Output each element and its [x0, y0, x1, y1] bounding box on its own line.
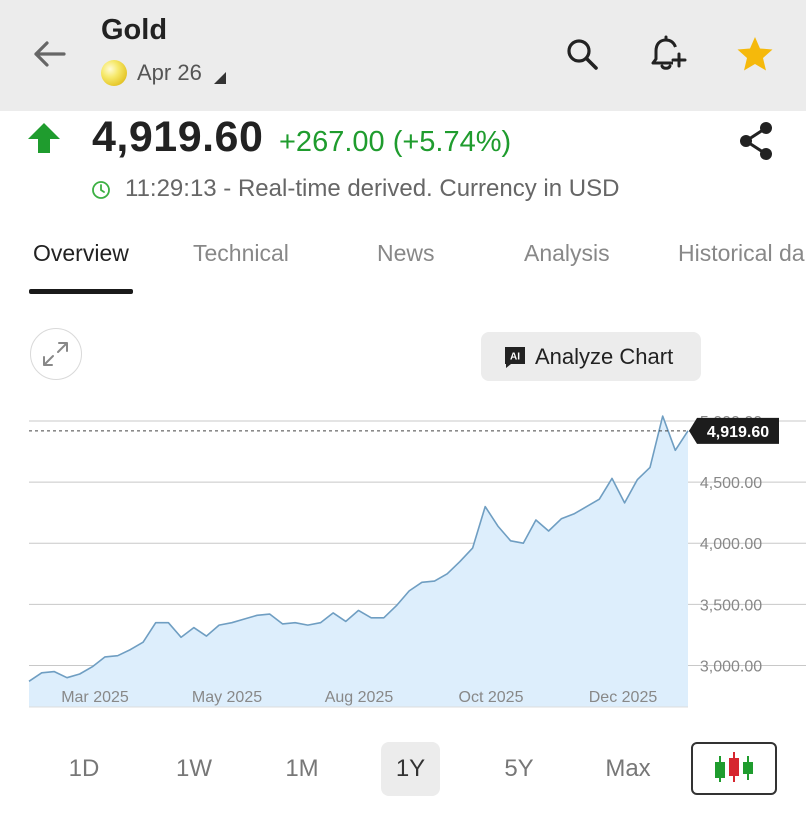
price-chart[interactable]: 5,000.004,500.004,000.003,500.003,000.00…	[0, 405, 806, 725]
bell-plus-icon	[651, 35, 687, 70]
last-price-tag-label: 4,919.60	[707, 424, 769, 441]
gold-coin-icon	[101, 60, 127, 86]
range-1m-button[interactable]: 1M	[274, 742, 330, 796]
share-icon	[740, 122, 772, 160]
x-tick-label: Aug 2025	[325, 689, 394, 706]
expand-chart-button[interactable]	[30, 328, 82, 380]
y-tick-label: 4,000.00	[700, 536, 762, 553]
tab-news[interactable]: News	[377, 240, 435, 267]
caret-down-icon	[214, 72, 226, 84]
tab-historical-data[interactable]: Historical da	[678, 240, 805, 267]
ai-badge-text: AI	[510, 351, 520, 362]
tab-technical[interactable]: Technical	[193, 240, 289, 267]
back-button[interactable]	[30, 36, 70, 72]
arrow-left-icon	[34, 41, 66, 67]
search-icon	[567, 39, 598, 70]
x-tick-label: Dec 2025	[589, 689, 658, 706]
quote-status: 11:29:13 - Real-time derived. Currency i…	[125, 175, 620, 202]
range-1d-button[interactable]: 1D	[56, 742, 112, 796]
clock-icon	[92, 181, 110, 199]
add-alert-button[interactable]	[647, 34, 687, 74]
app-header: Gold Apr 26	[0, 0, 806, 111]
watchlist-button[interactable]	[735, 34, 775, 74]
search-button[interactable]	[562, 34, 602, 74]
x-tick-label: May 2025	[192, 689, 262, 706]
analyze-chart-label: Analyze Chart	[535, 343, 674, 369]
range-1y-button[interactable]: 1Y	[381, 742, 440, 796]
price-change: +267.00 (+5.74%)	[279, 126, 512, 158]
arrow-up-icon	[28, 123, 60, 153]
expand-icon	[43, 342, 68, 366]
x-tick-label: Oct 2025	[459, 689, 524, 706]
chart-type-button[interactable]	[691, 742, 777, 795]
range-5y-button[interactable]: 5Y	[491, 742, 547, 796]
last-price: 4,919.60	[92, 113, 264, 161]
candlestick-icon	[715, 752, 753, 782]
y-tick-label: 4,500.00	[700, 475, 762, 492]
tab-analysis[interactable]: Analysis	[524, 240, 610, 267]
contract-label: Apr 26	[137, 60, 202, 85]
y-tick-label: 3,000.00	[700, 658, 762, 675]
instrument-title: Gold	[101, 14, 168, 46]
share-button[interactable]	[736, 120, 776, 162]
active-tab-indicator	[29, 289, 133, 294]
range-max-button[interactable]: Max	[596, 742, 660, 796]
analyze-chart-button[interactable]: AI Analyze Chart	[481, 332, 701, 381]
x-tick-label: Mar 2025	[61, 689, 129, 706]
contract-selector[interactable]: Apr 26	[101, 58, 202, 88]
y-tick-label: 3,500.00	[700, 597, 762, 614]
ai-chat-icon: AI	[505, 346, 525, 368]
tab-overview[interactable]: Overview	[33, 240, 129, 267]
star-icon	[737, 37, 773, 71]
area-fill	[29, 416, 688, 707]
range-1w-button[interactable]: 1W	[166, 742, 222, 796]
